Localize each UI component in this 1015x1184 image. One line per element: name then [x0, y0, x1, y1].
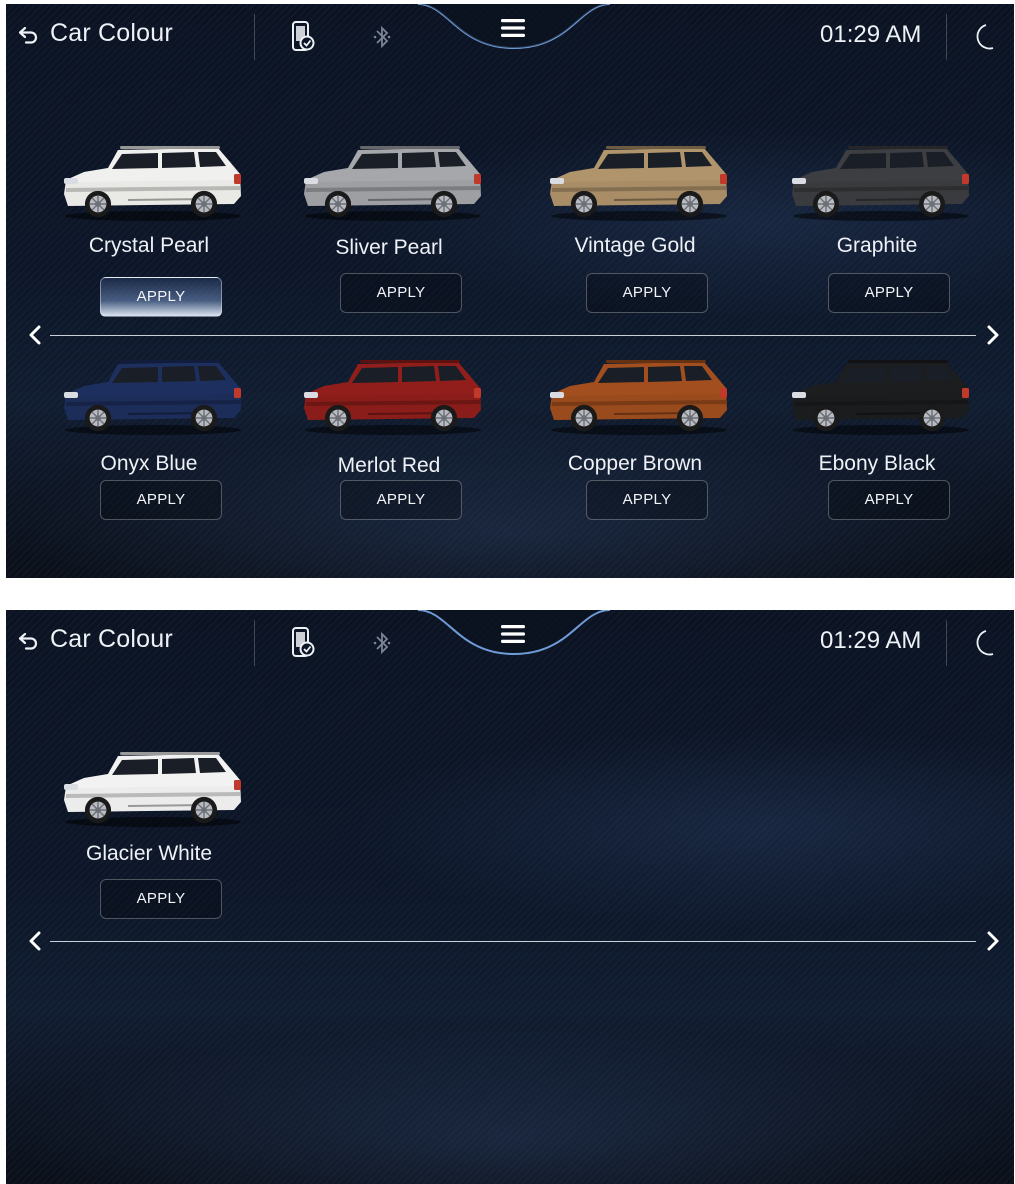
car-image [64, 146, 241, 221]
car-name: Crystal Pearl [88, 234, 210, 257]
phone-sync-icon[interactable] [290, 626, 316, 660]
apply-button[interactable]: APPLY [828, 480, 950, 520]
pager-divider [50, 941, 976, 942]
apply-button[interactable]: APPLY [340, 273, 462, 313]
divider [254, 14, 255, 60]
top-bar: Car Colour 01:29 AM [6, 610, 1014, 676]
bluetooth-icon[interactable] [372, 24, 392, 50]
car-colour-screen-page-2: Car Colour 01:29 AM Glacier White APPLY [6, 610, 1014, 1184]
car-option-glacier-white: Glacier White APPLY [54, 750, 244, 950]
bluetooth-icon[interactable] [372, 630, 392, 656]
divider [946, 620, 947, 666]
divider [946, 14, 947, 60]
pager-divider [50, 335, 976, 336]
next-page-arrow-icon[interactable] [986, 930, 1000, 952]
car-image [792, 360, 969, 435]
phone-sync-icon[interactable] [290, 20, 316, 54]
top-bar: Car Colour 01:29 AM [6, 4, 1014, 70]
apply-button[interactable]: APPLY [340, 480, 462, 520]
car-name: Vintage Gold [574, 234, 696, 257]
moon-icon[interactable] [970, 22, 996, 52]
car-option-onyx-blue: Onyx Blue APPLY [54, 358, 244, 558]
car-image [304, 360, 481, 435]
car-option-merlot-red: Merlot Red APPLY [294, 358, 484, 558]
apply-button-selected[interactable]: APPLY [100, 277, 222, 317]
apply-button[interactable]: APPLY [100, 879, 222, 919]
apply-button[interactable]: APPLY [586, 273, 708, 313]
car-name: Glacier White [85, 842, 213, 865]
car-image [64, 360, 241, 435]
back-icon[interactable] [16, 629, 40, 653]
menu-icon[interactable] [500, 624, 526, 644]
previous-page-arrow-icon[interactable] [28, 930, 42, 952]
car-name: Ebony Black [818, 452, 936, 475]
car-name: Sliver Pearl [335, 236, 443, 259]
next-page-arrow-icon[interactable] [986, 324, 1000, 346]
car-option-graphite: Graphite APPLY [782, 144, 972, 344]
divider [254, 620, 255, 666]
moon-icon[interactable] [970, 628, 996, 658]
car-image [64, 752, 241, 827]
previous-page-arrow-icon[interactable] [28, 324, 42, 346]
page-title: Car Colour [50, 625, 173, 653]
car-name: Copper Brown [567, 452, 703, 475]
page-title: Car Colour [50, 19, 173, 47]
apply-button[interactable]: APPLY [828, 273, 950, 313]
car-option-ebony-black: Ebony Black APPLY [782, 358, 972, 558]
car-image [550, 146, 727, 221]
car-option-copper-brown: Copper Brown APPLY [540, 358, 730, 558]
car-image [304, 146, 481, 221]
car-image [792, 146, 969, 221]
car-name: Merlot Red [337, 454, 441, 477]
back-icon[interactable] [16, 23, 40, 47]
clock: 01:29 AM [820, 21, 922, 48]
car-image [550, 360, 727, 435]
menu-icon[interactable] [500, 18, 526, 38]
clock: 01:29 AM [820, 627, 922, 654]
apply-button[interactable]: APPLY [586, 480, 708, 520]
apply-button[interactable]: APPLY [100, 480, 222, 520]
car-name: Graphite [836, 234, 918, 257]
car-option-vintage-gold: Vintage Gold APPLY [540, 144, 730, 344]
car-name: Onyx Blue [100, 452, 198, 475]
car-option-sliver-pearl: Sliver Pearl APPLY [294, 144, 484, 344]
car-colour-screen-page-1: Car Colour 01:29 AM Crystal Pearl APPLY … [6, 4, 1014, 578]
car-option-crystal-pearl: Crystal Pearl APPLY [54, 144, 244, 344]
